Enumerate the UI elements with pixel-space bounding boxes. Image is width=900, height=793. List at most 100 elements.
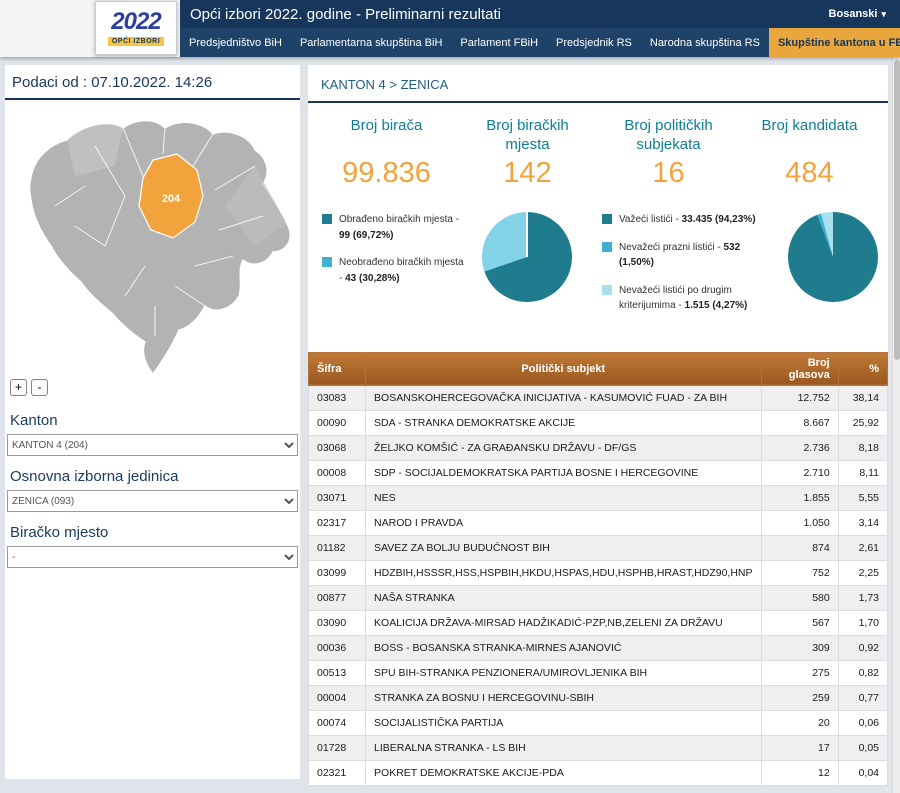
header: 2022 OPĆI IZBORI Opći izbori 2022. godin… (0, 0, 900, 57)
legend-swatch-icon (601, 241, 612, 252)
table-row[interactable]: 02317 NAROD I PRAVDA 1.050 3,14 (307, 509, 889, 536)
cell-code: 00036 (307, 634, 367, 661)
cell-percent: 5,55 (837, 484, 889, 511)
table-row[interactable]: 00036 BOSS - BOSANSKA STRANKA-MIRNES AJAN… (307, 634, 889, 661)
table-row[interactable]: 03071 NES 1.855 5,55 (307, 484, 889, 511)
scrollbar-thumb[interactable] (894, 60, 900, 360)
cell-subject: SOCIJALISTIČKA PARTIJA (365, 709, 762, 736)
cell-code: 00074 (307, 709, 367, 736)
stat-label: Broj političkih subjekata (624, 117, 713, 153)
table-row[interactable]: 01728 LIBERALNA STRANKA - LS BIH 17 0,05 (307, 734, 889, 761)
nav-tab[interactable]: Predsjedništvo BiH (180, 28, 291, 57)
legend-label: Obrađeno biračkih mjesta - 99 (69,72%) (339, 214, 460, 241)
table-row[interactable]: 00074 SOCIJALISTIČKA PARTIJA 20 0,06 (307, 709, 889, 736)
map-zoom-controls: + - (10, 379, 48, 396)
cell-votes: 12.752 (760, 384, 839, 411)
cell-percent: 2,25 (837, 559, 889, 586)
cell-code: 03090 (307, 609, 367, 636)
table-row[interactable]: 00004 STRANKA ZA BOSNU I HERCEGOVINU-SBIH… (307, 684, 889, 711)
stats-row: Broj birača 99.836 Broj biračkih mjesta 142… (308, 103, 888, 194)
cell-percent: 0,82 (837, 659, 889, 686)
legend-swatch-icon (601, 284, 612, 295)
pie-1 (481, 212, 572, 302)
nav-tab[interactable]: Parlament FBiH (451, 28, 547, 57)
bih-map[interactable]: 204 (5, 100, 300, 400)
stat-label: Broj kandidata (761, 117, 858, 134)
cell-subject: BOSANSKOHERCEGOVAČKA INICIJATIVA - KASUM… (365, 384, 762, 411)
page: 2022 OPĆI IZBORI Opći izbori 2022. godin… (0, 0, 900, 793)
biracko-mjesto-select[interactable]: - (7, 546, 298, 568)
cell-code: 02321 (307, 759, 367, 786)
cell-code: 01182 (307, 534, 367, 561)
legend-label: Važeći listići - 33.435 (94,23%) (618, 214, 756, 225)
table-row[interactable]: 03099 HDZBIH,HSSSR,HSS,HSPBIH,HKDU,HSPAS,… (307, 559, 889, 586)
legend-label: Nevažeći listići po drugim kriterijumima… (618, 284, 748, 312)
cell-votes: 2.736 (760, 434, 839, 461)
cell-votes: 874 (760, 534, 839, 561)
cell-votes: 309 (760, 634, 839, 661)
cell-code: 00090 (307, 409, 367, 436)
table-row[interactable]: 00877 NAŠA STRANKA 580 1,73 (307, 584, 889, 611)
cell-votes: 752 (760, 559, 839, 586)
table-row[interactable]: 02321 POKRET DEMOKRATSKE AKCIJE-PDA 12 0,04 (307, 759, 889, 786)
stat-label: Broj birača (350, 117, 423, 134)
cell-votes: 567 (760, 609, 839, 636)
page-title: Opći izbori 2022. godine - Preliminarni … (190, 5, 501, 23)
stat-value: 16 (652, 157, 685, 189)
cell-percent: 0,06 (837, 709, 889, 736)
table-row[interactable]: 00513 SPU BIH-STRANKA PENZIONERA/UMIROVLJ… (307, 659, 889, 686)
legend-swatch-icon (601, 214, 612, 224)
stat-card: Broj kandidata 484 (739, 117, 880, 190)
osnovna-izborna-jedinica-label: Osnovna izborna jedinica (10, 468, 179, 485)
zoom-in-button[interactable]: + (10, 379, 27, 396)
cell-code: 00008 (307, 459, 367, 486)
scrollbar[interactable] (892, 57, 900, 793)
logo[interactable]: 2022 OPĆI IZBORI (95, 1, 177, 55)
table-row[interactable]: 01182 SAVEZ ZA BOLJU BUDUĆNOST BIH 874 2,61 (307, 534, 889, 561)
language-label: Bosanski (828, 8, 878, 20)
header-right: Opći izbori 2022. godine - Preliminarni … (180, 0, 900, 57)
cell-subject: SDA - STRANKA DEMOKRATSKE AKCIJE (365, 409, 762, 436)
cell-subject: SDP - SOCIJALDEMOKRATSKA PARTIJA BOSNE I… (365, 459, 762, 486)
kanton-select[interactable]: KANTON 4 (204) (7, 434, 298, 456)
zoom-out-button[interactable]: - (31, 379, 48, 396)
language-selector[interactable]: Bosanski ▾ (829, 8, 900, 20)
table-header-row: Šifra Politički subjekt Broj glasova% (307, 351, 889, 386)
cell-percent: 3,14 (837, 509, 889, 536)
legend-swatch-icon (322, 214, 332, 224)
cell-percent: 1,70 (837, 609, 889, 636)
cell-percent: 2,61 (837, 534, 889, 561)
nav-tab[interactable]: Predsjednik RS (547, 28, 641, 57)
nav-tab[interactable]: Narodna skupština RS (641, 28, 769, 57)
stat-card: Broj političkih subjekata 16 (598, 117, 739, 190)
nav-tab[interactable]: Parlamentarna skupština BiH (291, 28, 451, 57)
table-row[interactable]: 03068 ŽELJKO KOMŠIĆ - ZA GRAĐANSKU DRŽAVU… (307, 434, 889, 461)
column-header: Šifra (307, 351, 367, 386)
cell-votes: 17 (760, 734, 839, 761)
osnovna-izborna-jedinica-select[interactable]: ZENICA (093) (7, 490, 298, 512)
legend-label: Nevažeći prazni listići - 532 (1,50%) (618, 241, 741, 269)
main-panel: KANTON 4 > ZENICA Broj birača 99.836 Broj … (307, 65, 889, 786)
cell-subject: LIBERALNA STRANKA - LS BIH (365, 734, 762, 761)
nav-tab[interactable]: Skupštine kantona u FBiH (768, 28, 900, 57)
table-row[interactable]: 03083 BOSANSKOHERCEGOVAČKA INICIJATIVA - … (307, 384, 889, 411)
map-container: 204 + - (5, 100, 300, 400)
table-row[interactable]: 00090 SDA - STRANKA DEMOKRATSKE AKCIJE 8.6… (307, 409, 889, 436)
column-header: % (837, 351, 889, 386)
cell-percent: 1,73 (837, 584, 889, 611)
legend-swatch-icon (322, 257, 332, 267)
cell-percent: 8,11 (837, 459, 889, 486)
stat-value: 99.836 (342, 157, 431, 189)
column-header: Broj glasova (760, 351, 839, 386)
stat-label: Broj biračkih mjesta (486, 117, 569, 153)
table-row[interactable]: 03090 KOALICIJA DRŽAVA-MIRSAD HADŽIKADIĆ-… (307, 609, 889, 636)
filters: Kanton KANTON 4 (204) Osnovna izborna jedi… (5, 412, 300, 578)
stat-card: Broj biračkih mjesta 142 (457, 117, 598, 190)
cell-subject: ŽELJKO KOMŠIĆ - ZA GRAĐANSKU DRŽAVU - DF… (365, 434, 762, 461)
table-row[interactable]: 00008 SDP - SOCIJALDEMOKRATSKA PARTIJA BO… (307, 459, 889, 486)
cell-votes: 259 (760, 684, 839, 711)
data-timestamp: Podaci od : 07.10.2022. 14:26 (5, 65, 300, 100)
cell-subject: HDZBIH,HSSSR,HSS,HSPBIH,HKDU,HSPAS,HDU,H… (365, 559, 762, 586)
cell-percent: 0,05 (837, 734, 889, 761)
cell-votes: 2.710 (760, 459, 839, 486)
